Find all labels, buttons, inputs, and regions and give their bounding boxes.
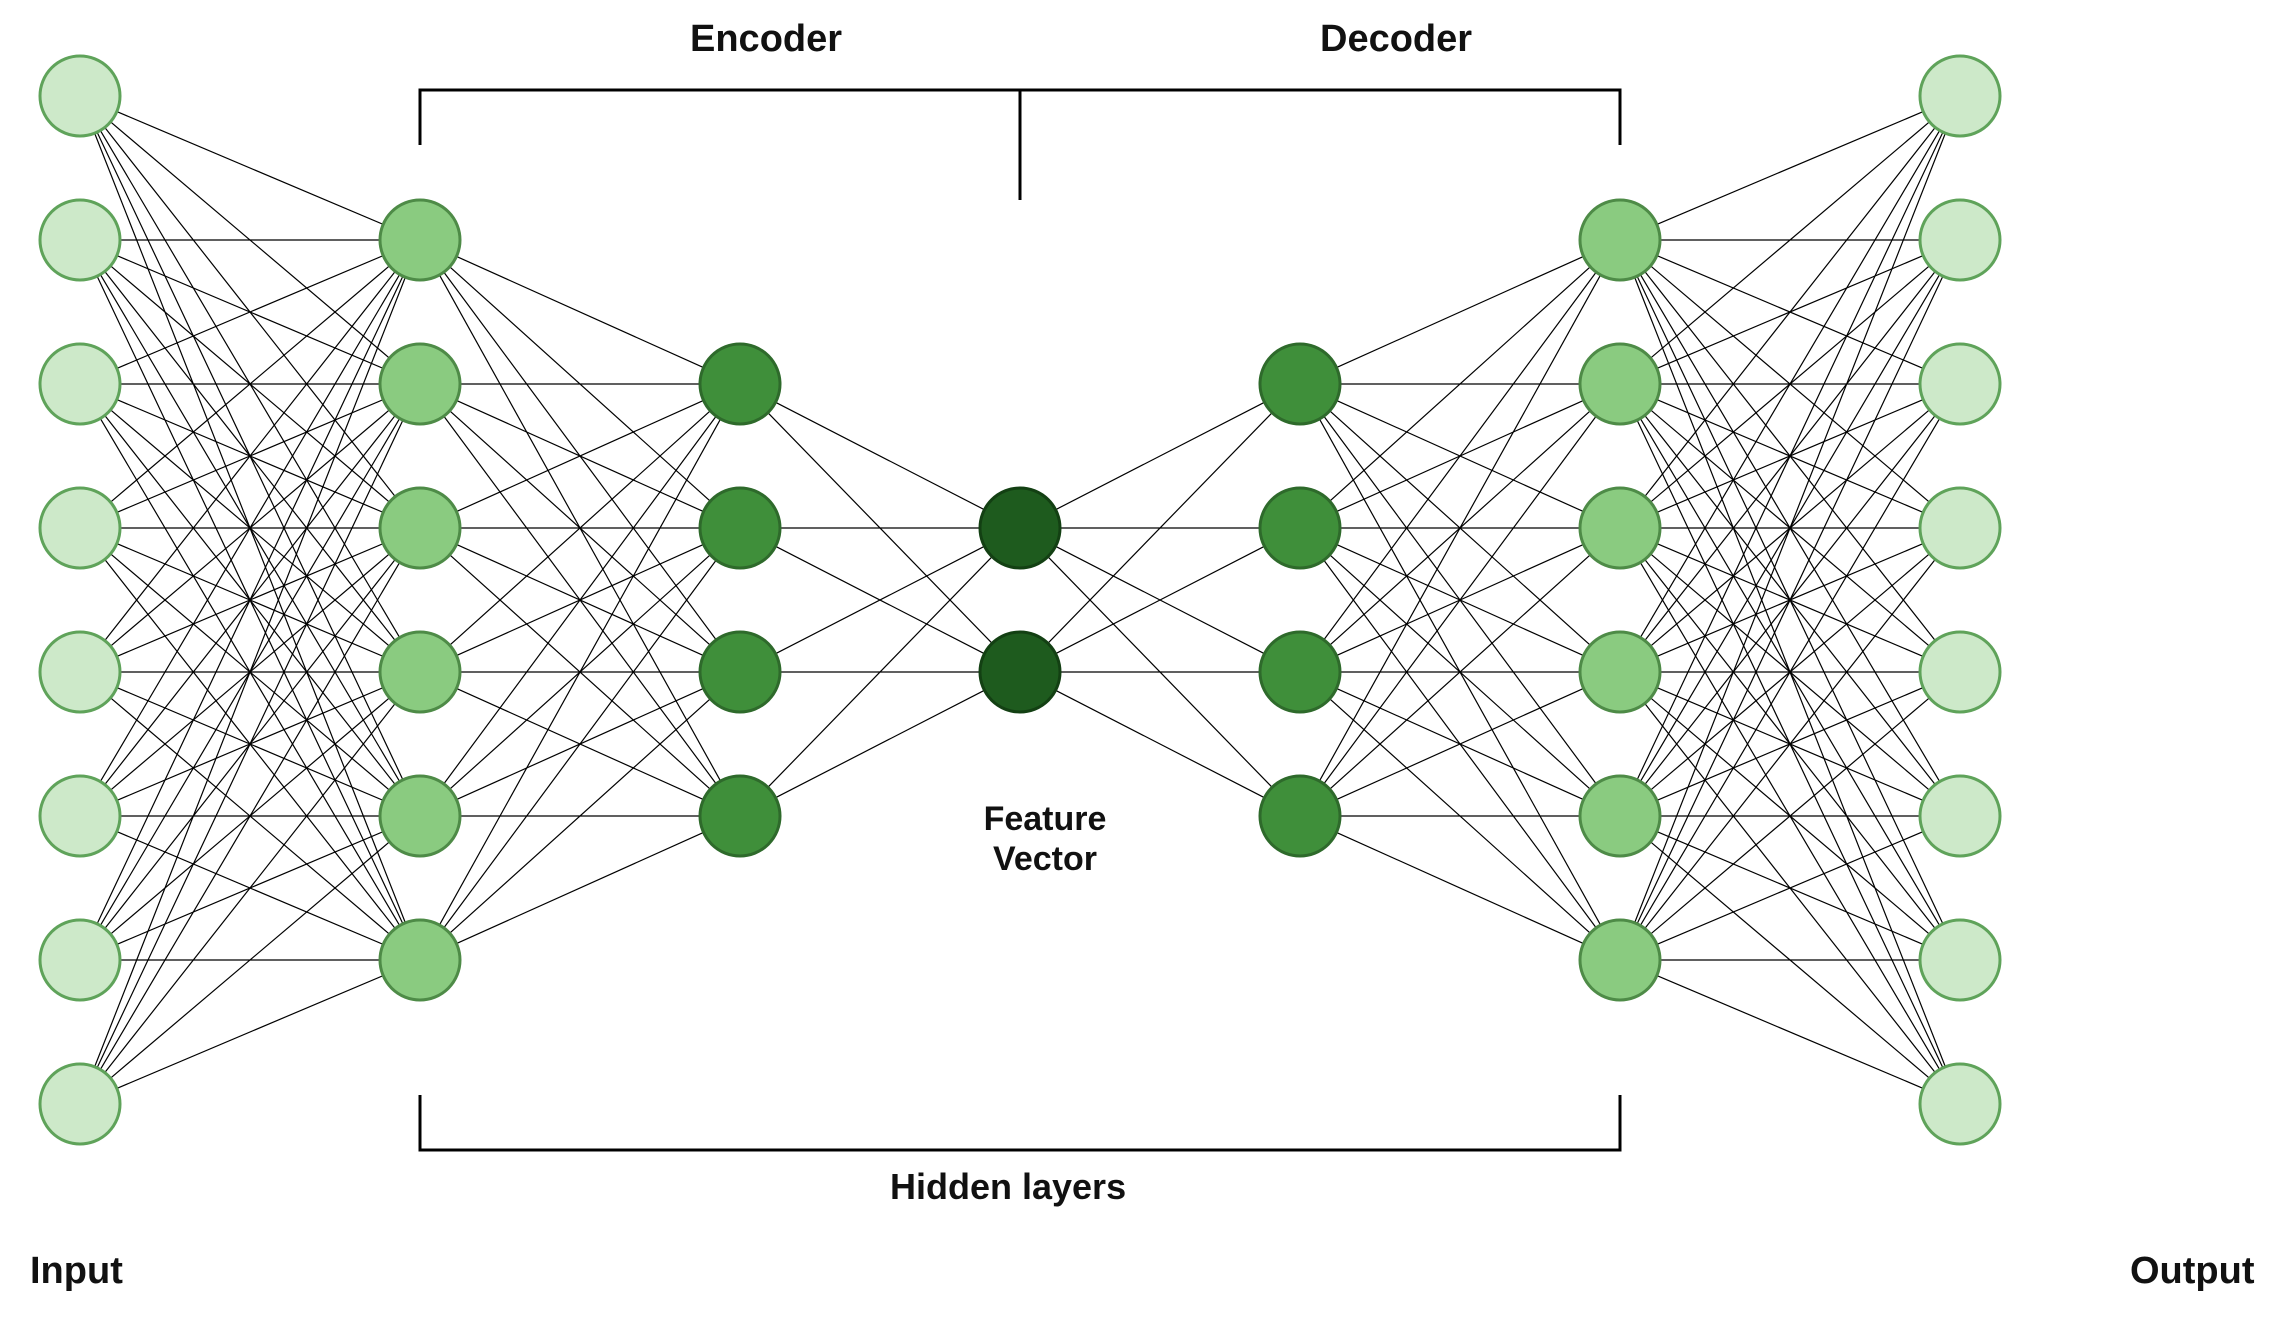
neuron-encoder_h1-1: [380, 344, 460, 424]
neuron-output-6: [1920, 920, 2000, 1000]
neuron-feature_vector-0: [980, 488, 1060, 568]
neuron-decoder_h1-0: [1580, 200, 1660, 280]
neuron-input-1: [40, 200, 120, 280]
neuron-encoder_h2-1: [700, 488, 780, 568]
neuron-output-2: [1920, 344, 2000, 424]
neuron-output-3: [1920, 488, 2000, 568]
diagram-canvas: Encoder Decoder Feature Vector Hidden la…: [0, 0, 2292, 1338]
label-input: Input: [30, 1250, 123, 1293]
label-feature-vector-line1: Feature: [960, 800, 1130, 839]
neuron-decoder_h2-0: [1260, 344, 1340, 424]
neuron-input-5: [40, 776, 120, 856]
neuron-feature_vector-1: [980, 632, 1060, 712]
neuron-decoder_h2-2: [1260, 632, 1340, 712]
neuron-encoder_h1-5: [380, 920, 460, 1000]
neuron-encoder_h1-3: [380, 632, 460, 712]
neuron-encoder_h2-2: [700, 632, 780, 712]
label-feature-vector-line2: Vector: [960, 840, 1130, 879]
neuron-output-5: [1920, 776, 2000, 856]
label-decoder: Decoder: [1320, 18, 1472, 61]
neuron-decoder_h1-1: [1580, 344, 1660, 424]
neuron-input-3: [40, 488, 120, 568]
neuron-encoder_h1-4: [380, 776, 460, 856]
network-svg: [0, 0, 2292, 1338]
neuron-output-7: [1920, 1064, 2000, 1144]
neuron-decoder_h2-1: [1260, 488, 1340, 568]
neuron-encoder_h2-3: [700, 776, 780, 856]
label-encoder: Encoder: [690, 18, 842, 61]
neuron-encoder_h1-0: [380, 200, 460, 280]
neuron-input-6: [40, 920, 120, 1000]
neuron-input-4: [40, 632, 120, 712]
neuron-output-1: [1920, 200, 2000, 280]
neuron-encoder_h1-2: [380, 488, 460, 568]
neuron-decoder_h1-3: [1580, 632, 1660, 712]
neuron-input-2: [40, 344, 120, 424]
neuron-decoder_h1-2: [1580, 488, 1660, 568]
neuron-output-4: [1920, 632, 2000, 712]
neuron-encoder_h2-0: [700, 344, 780, 424]
label-output: Output: [2130, 1250, 2255, 1293]
label-hidden-layers: Hidden layers: [890, 1166, 1126, 1208]
neuron-output-0: [1920, 56, 2000, 136]
neuron-decoder_h2-3: [1260, 776, 1340, 856]
neuron-input-7: [40, 1064, 120, 1144]
neuron-decoder_h1-4: [1580, 776, 1660, 856]
neuron-input-0: [40, 56, 120, 136]
neuron-decoder_h1-5: [1580, 920, 1660, 1000]
